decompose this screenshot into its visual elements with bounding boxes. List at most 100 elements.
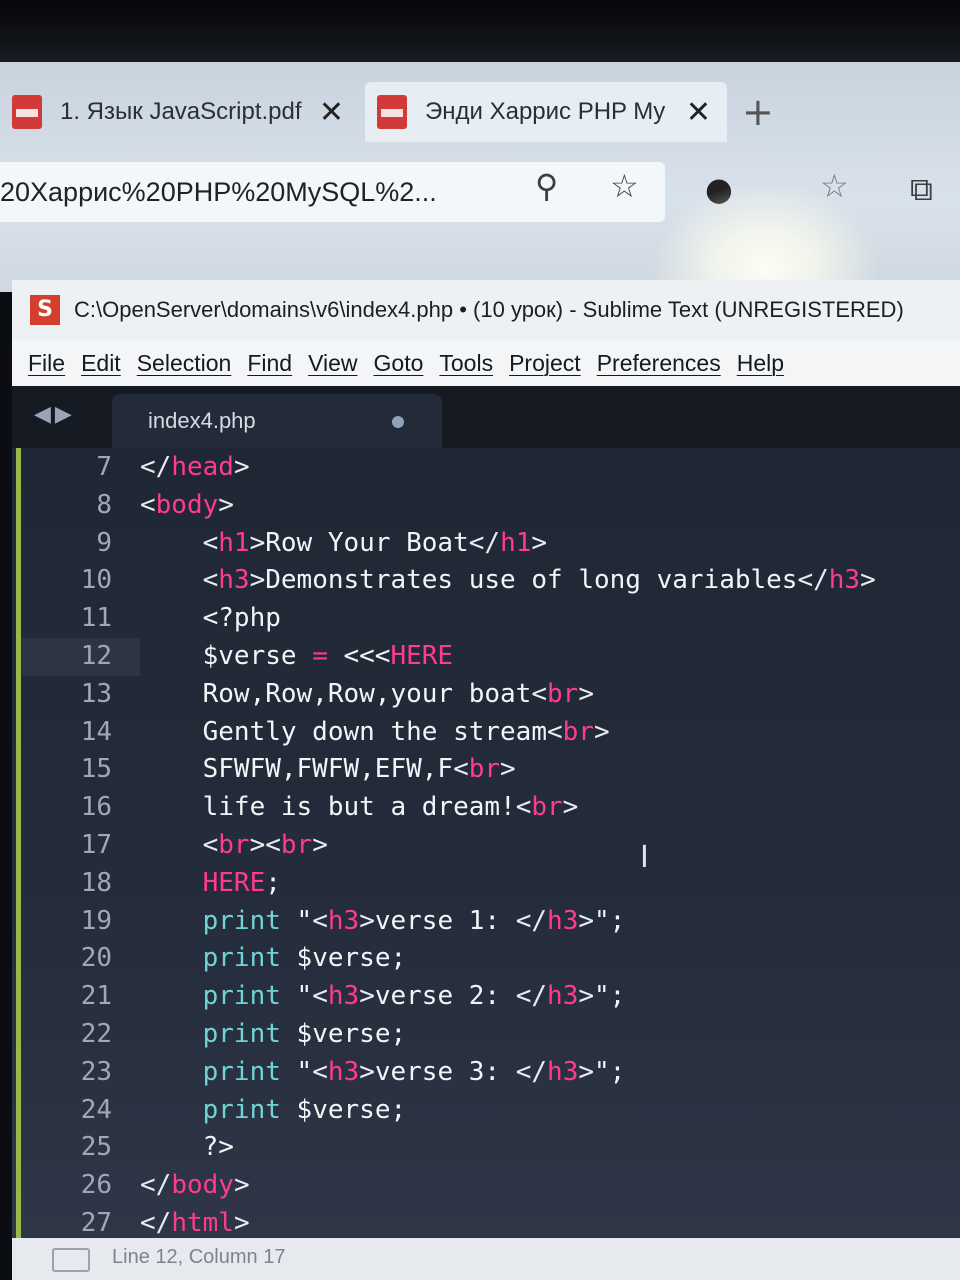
line-code: </body> [140,1170,250,1201]
code-line[interactable]: 8 <body> [12,486,960,524]
sublime-window: S C:\OpenServer\domains\v6\index4.php • … [12,280,960,1280]
line-code: <?php [140,603,281,634]
line-code: <h3>Demonstrates use of long variables</… [202,565,876,596]
code-line[interactable]: 12 $verse = <<<HERE [12,637,960,675]
code-line[interactable]: 23 print "<h3>verse 3: </h3>"; [12,1053,960,1091]
favorite-star-icon[interactable]: ☆ [610,167,639,205]
editor-tab-label: index4.php [148,408,256,433]
menu-tools[interactable]: Tools [439,350,493,377]
code-line[interactable]: 9 <h1>Row Your Boat</h1> [12,524,960,562]
line-number: 26 [80,1170,112,1201]
cursor-position: Line 12, Column 17 [112,1246,286,1268]
line-number: 14 [80,716,112,747]
panel-toggle-icon[interactable] [52,1248,90,1272]
code-line[interactable]: 14 Gently down the stream<br> [12,713,960,751]
menu-selection[interactable]: Selection [137,350,232,377]
code-line[interactable]: 13 Row,Row,Row,your boat<br> [12,675,960,713]
line-number: 11 [80,603,112,634]
close-icon[interactable]: ✕ [686,95,711,130]
line-code: <br><br> [202,830,328,860]
code-line[interactable]: 11 <?php [12,599,960,637]
line-code: life is but a dream!<br> [140,792,579,823]
status-bar: Line 12, Column 17 [12,1238,960,1280]
line-code: SFWFW,FWFW,EFW,F<br> [140,754,516,785]
close-icon[interactable]: ✕ [319,95,344,130]
menu-project[interactable]: Project [509,350,581,377]
address-bar[interactable]: 20Харрис%20PHP%20MySQL%2... [0,162,665,222]
line-number: 21 [80,981,112,1012]
menu-goto[interactable]: Goto [374,350,424,377]
line-code: print "<h3>verse 1: </h3>"; [202,905,626,936]
line-code: print $verse; [202,1019,407,1049]
editor-tab-index4[interactable]: index4.php [112,394,442,448]
line-number: 13 [80,678,112,709]
editor-tab-bar: ◀▶ index4.php [12,386,960,448]
line-number: 15 [80,754,112,785]
text-cursor-icon: I [640,840,649,875]
line-number: 9 [96,527,112,558]
line-number: 22 [80,1019,112,1049]
code-line[interactable]: 19 print "<h3>verse 1: </h3>"; [12,902,960,940]
line-code: print "<h3>verse 3: </h3>"; [202,1056,626,1087]
browser-tab-javascript-pdf[interactable]: 1. Язык JavaScript.pdf ✕ [0,82,360,142]
menu-find[interactable]: Find [247,350,292,377]
menu-help[interactable]: Help [737,350,784,377]
menu-bar: File Edit Selection Find View Goto Tools… [12,340,960,386]
line-code: Gently down the stream<br> [140,716,610,747]
line-code: </head> [140,452,250,482]
line-code: print "<h3>verse 2: </h3>"; [202,981,626,1012]
code-line[interactable]: 21 print "<h3>verse 2: </h3>"; [12,977,960,1015]
code-line[interactable]: 10 <h3>Demonstrates use of long variable… [12,561,960,599]
code-line[interactable]: 16 life is but a dream!<br> [12,788,960,826]
line-number: 18 [80,867,112,898]
unsaved-dot-icon [392,416,404,428]
code-line[interactable]: 15 SFWFW,FWFW,EFW,F<br> [12,750,960,788]
tab-navigation-arrows-icon[interactable]: ◀▶ [34,402,76,427]
menu-view[interactable]: View [308,350,357,377]
line-code: print $verse; [202,1094,407,1125]
line-code: HERE; [202,867,281,898]
pdf-icon [12,95,42,129]
line-code: ?> [140,1132,234,1163]
collections-icon[interactable]: ⧉ [910,170,933,209]
code-line[interactable]: 18 HERE; [12,864,960,902]
line-number: 16 [80,792,112,823]
line-code: Row,Row,Row,your boat<br> [140,678,594,709]
menu-preferences[interactable]: Preferences [597,350,721,377]
code-line[interactable]: 27 </html> [12,1204,960,1242]
line-number: 8 [96,489,112,520]
line-code: </html> [140,1208,250,1238]
tab-label: Энди Харрис PHP My [425,98,666,125]
line-number: 19 [80,905,112,936]
line-number: 24 [80,1094,112,1125]
line-number: 27 [80,1208,112,1238]
code-editor[interactable]: 7 </head> 8 <body> 9 <h1>Row Your Boat</h1> 1… [12,448,960,1238]
code-line[interactable]: 25 ?> [12,1128,960,1166]
browser-tab-harris-php[interactable]: Энди Харрис PHP My ✕ [365,82,727,142]
code-line[interactable]: 7 </head> [12,448,960,486]
line-code: $verse = <<<HERE [140,641,454,671]
zoom-icon[interactable]: ⚲ [535,167,558,205]
menu-file[interactable]: File [28,350,65,377]
code-line[interactable]: 17 <br><br> [12,826,960,864]
line-number: 12 [80,641,112,671]
code-line[interactable]: 26 </body> [12,1166,960,1204]
title-bar: S C:\OpenServer\domains\v6\index4.php • … [12,280,960,340]
code-line[interactable]: 20 print $verse; [12,939,960,977]
line-code: <body> [140,489,234,520]
line-number: 20 [80,943,112,974]
address-text[interactable]: 20Харрис%20PHP%20MySQL%2... [0,177,500,208]
window-title: C:\OpenServer\domains\v6\index4.php • (1… [74,297,904,322]
line-code: print $verse; [202,943,407,974]
sublime-logo-icon: S [30,295,60,325]
browser-chrome: 1. Язык JavaScript.pdf ✕ Энди Харрис PHP… [0,62,960,352]
new-tab-button[interactable]: + [742,90,774,134]
line-code: <h1>Row Your Boat</h1> [202,527,548,558]
line-number: 25 [80,1132,112,1163]
pdf-icon [377,95,407,129]
code-line[interactable]: 24 print $verse; [12,1091,960,1129]
code-line[interactable]: 22 print $verse; [12,1015,960,1053]
line-number: 7 [96,452,112,482]
line-number: 17 [80,830,112,860]
menu-edit[interactable]: Edit [81,350,121,377]
